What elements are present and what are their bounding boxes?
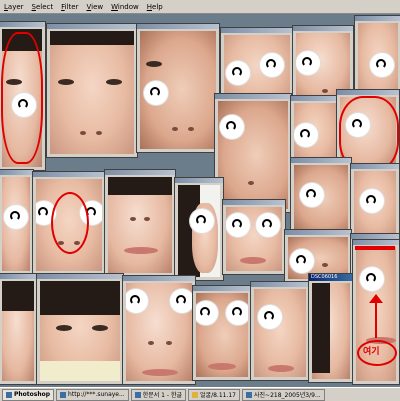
red-annotation-bar [355,246,395,250]
face-photo [312,283,350,379]
menu-layer[interactable]: Layer [0,3,28,11]
image-window[interactable] [192,285,252,381]
image-window[interactable] [104,169,176,277]
menu-filter[interactable]: Filter [57,3,82,11]
face-photo [254,289,306,377]
eye-cover-icon [256,213,280,237]
eye-cover-icon [360,189,384,213]
face-photo [126,283,192,381]
taskbar-item-hangul[interactable]: 한문서 1 - 한글 [130,388,187,401]
eye-cover-icon [294,123,318,147]
face-photo [108,177,172,273]
face-photo [50,31,134,154]
eye-cover-icon [226,213,250,237]
window-title: DSC06016 [309,274,353,281]
face-photo [2,177,30,271]
image-window[interactable] [0,169,34,275]
face-photo [140,31,216,149]
image-window[interactable] [174,177,224,281]
image-window[interactable] [214,93,292,213]
eye-cover-icon [296,51,320,75]
menu-bar: Layer Select Filter View Window Help [0,0,400,14]
eye-cover-icon [170,289,192,313]
browser-icon [60,391,67,398]
face-photo [358,23,398,97]
photoshop-workspace: DSC06016 여기 [0,13,400,387]
annotation-label: 여기 [363,347,380,357]
image-window[interactable] [136,23,220,153]
image-window[interactable] [0,21,46,171]
arrow-head [369,294,383,303]
face-photo [2,281,34,381]
face-photo [218,101,288,209]
menu-help[interactable]: Help [143,3,167,11]
eye-cover-icon [360,267,384,291]
taskbar-item-folder[interactable]: 얼굴/8.11.17 [188,388,240,401]
eye-cover-icon [220,115,244,139]
eye-cover-icon [258,305,282,329]
taskbar-item-photoshop[interactable]: Photoshop [2,388,55,401]
image-window[interactable] [0,273,38,385]
face-photo [354,171,396,235]
red-arrow [375,298,377,338]
eye-cover-icon [144,81,168,105]
image-window[interactable] [250,281,310,381]
folder-icon [192,391,199,398]
face-photo [178,185,220,277]
active-image-window[interactable]: DSC06016 [308,273,354,383]
face-photo [196,293,248,377]
image-icon [246,391,252,398]
eye-cover-icon [4,205,28,229]
red-annotation-circle [1,32,43,164]
image-window[interactable] [290,157,352,235]
face-photo [40,281,120,381]
image-window[interactable] [36,273,124,385]
red-annotation-circle [51,192,89,254]
face-photo [294,103,336,161]
eye-cover-icon [126,289,148,313]
eye-cover-icon [260,53,284,77]
eye-cover-icon [300,183,324,207]
eye-cover-icon [226,301,248,325]
taskbar-item-photos[interactable]: 사진~218_2005년3/9... [242,388,325,401]
document-icon [134,391,141,398]
image-window[interactable] [290,95,340,165]
eye-cover-icon [196,301,218,325]
image-window[interactable] [350,163,400,239]
face-photo [294,165,348,231]
face-photo [226,207,282,271]
menu-view[interactable]: View [83,3,108,11]
eye-cover-icon [370,53,394,77]
image-window[interactable] [222,199,286,275]
eye-cover-icon [190,209,214,233]
image-window[interactable] [122,275,196,385]
image-window[interactable] [46,23,138,158]
photoshop-icon [6,391,12,398]
menu-select[interactable]: Select [28,3,58,11]
menu-window[interactable]: Window [107,3,143,11]
image-window[interactable]: 여기 [352,239,400,385]
taskbar: Photoshop http://***.sunaye... 한문서 1 - 한… [0,387,400,401]
eye-cover-icon [226,61,250,85]
taskbar-item-browser[interactable]: http://***.sunaye... [56,388,129,401]
image-window[interactable] [32,171,106,275]
eye-cover-icon [290,249,314,273]
